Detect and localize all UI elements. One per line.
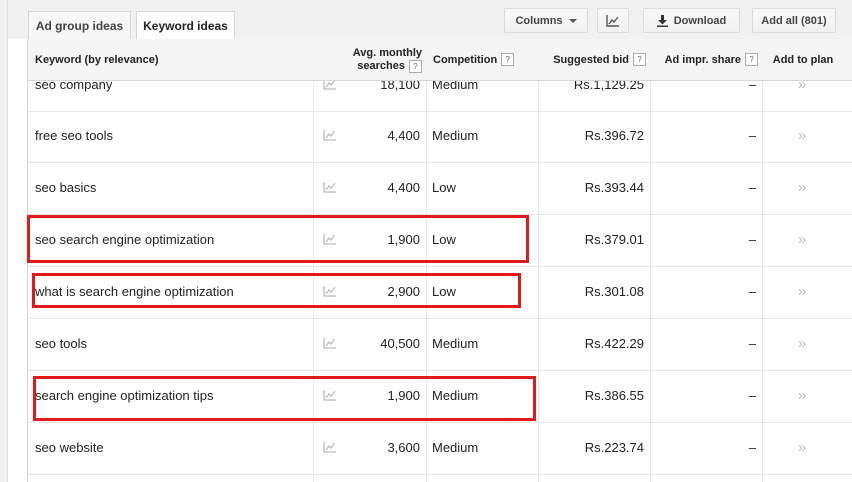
chart-button[interactable] [597,8,629,33]
table-row: seo tools 40,500 Medium Rs.422.29 – » [28,318,852,371]
header-add: Add to plan [768,39,838,80]
share-cell: – [748,336,756,351]
trend-icon[interactable] [320,162,340,213]
header-competition-label: Competition [433,53,498,66]
add-to-plan-icon[interactable]: » [790,266,814,317]
left-rail [0,0,8,482]
competition-cell: Medium [432,440,479,455]
searches-cell: 40,500 [380,336,420,351]
trend-icon[interactable] [320,422,340,473]
header-share-label: Ad impr. share [664,53,741,66]
searches-cell: 4,400 [387,128,420,143]
header-bid[interactable]: Suggested bid ? [538,39,646,80]
header-keyword-label: Keyword (by relevance) [35,53,159,66]
header-bid-label: Suggested bid [553,53,629,66]
header-searches-line1: Avg. monthly [352,46,422,59]
download-label: Download [673,14,727,27]
bid-cell: Rs.379.01 [584,232,644,247]
table-header: Keyword (by relevance) Avg. monthly sear… [28,39,852,81]
add-to-plan-icon[interactable]: » [790,318,814,369]
share-cell: – [748,388,756,403]
table-row: seo website 3,600 Medium Rs.223.74 – » [28,422,852,475]
competition-cell: Low [432,180,456,195]
help-icon[interactable]: ? [409,59,422,73]
table-row: seo basics 4,400 Low Rs.393.44 – » [28,162,852,215]
help-icon[interactable]: ? [745,53,758,66]
tab-ad-group-ideas[interactable]: Ad group ideas [28,11,131,39]
bid-cell: Rs.386.55 [584,388,644,403]
columns-label: Columns [515,14,563,27]
highlight-box [27,215,529,263]
add-to-plan-icon[interactable]: » [790,110,814,161]
add-to-plan-icon[interactable]: » [790,162,814,213]
competition-cell: Medium [432,128,479,143]
download-icon [656,14,668,27]
share-cell: – [748,180,756,195]
highlight-box [32,273,521,308]
competition-cell: Medium [432,336,479,351]
table-row: free seo tools 4,400 Medium Rs.396.72 – … [28,110,852,163]
header-searches-line2: searches [357,59,405,72]
share-cell: – [748,284,756,299]
header-keyword[interactable]: Keyword (by relevance) [35,39,295,80]
share-cell: – [748,440,756,455]
header-add-label: Add to plan [772,53,834,66]
keyword-cell: seo basics [35,180,97,195]
help-icon[interactable]: ? [633,53,646,66]
highlight-box [33,376,536,421]
add-to-plan-icon[interactable]: » [790,214,814,265]
bid-cell: Rs.301.08 [584,284,644,299]
add-to-plan-icon[interactable]: » [790,422,814,473]
line-chart-icon [606,14,619,27]
share-cell: – [748,232,756,247]
chevron-down-icon [568,18,577,23]
share-cell: – [748,128,756,143]
bid-cell: Rs.396.72 [584,128,644,143]
searches-cell: 4,400 [387,180,420,195]
download-button[interactable]: Download [643,8,740,33]
header-share[interactable]: Ad impr. share ? [650,39,758,80]
header-competition[interactable]: Competition ? [433,39,533,80]
bid-cell: Rs.223.74 [584,440,644,455]
bid-cell: Rs.393.44 [584,180,644,195]
keyword-cell: seo tools [35,336,88,351]
help-icon[interactable]: ? [501,53,515,66]
add-to-plan-icon[interactable]: » [790,370,814,421]
trend-icon[interactable] [320,318,340,369]
header-searches[interactable]: Avg. monthly searches ? [328,39,422,80]
keyword-cell: free seo tools [35,128,114,143]
bid-cell: Rs.422.29 [584,336,644,351]
add-all-button[interactable]: Add all (801) [752,8,836,33]
keyword-cell: seo website [35,440,104,455]
columns-button[interactable]: Columns [504,8,588,33]
searches-cell: 3,600 [387,440,420,455]
header-searches-line2-wrap: searches ? [357,59,422,73]
trend-icon[interactable] [320,110,340,161]
tab-keyword-ideas[interactable]: Keyword ideas [136,11,235,40]
